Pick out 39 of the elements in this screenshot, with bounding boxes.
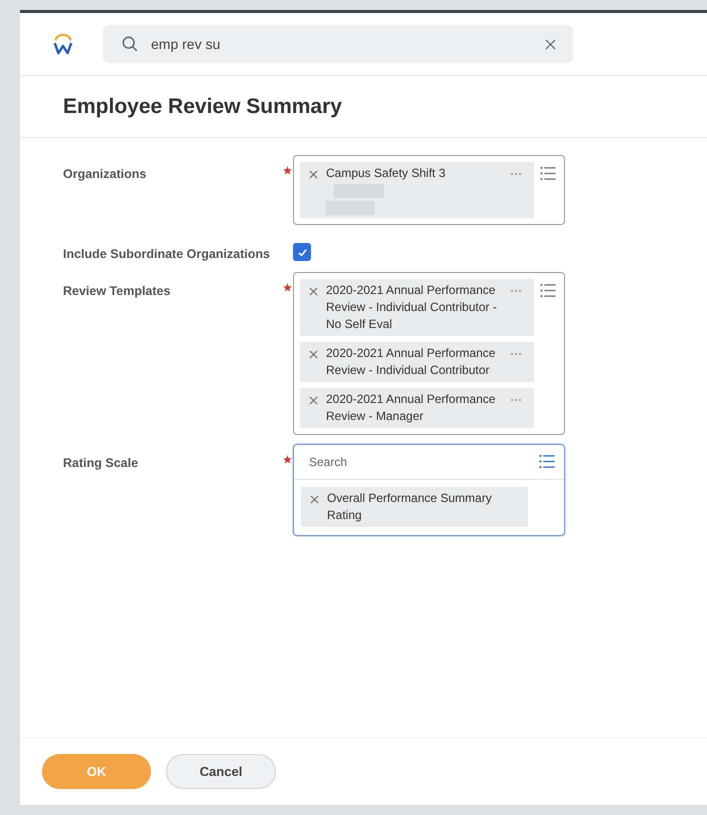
more-icon[interactable] [510,172,522,176]
search-input[interactable]: Search [307,454,539,470]
list-icon[interactable] [540,282,556,298]
field-label: Organizations [63,166,148,181]
remove-icon[interactable] [309,286,318,296]
check-icon [296,246,308,258]
item-text: 2020-2021 Annual Performance Review - Individual Contributor [326,346,496,376]
selected-item[interactable]: 2020-2021 Annual Performance Review - Individual Contributor [300,342,534,382]
remove-icon[interactable] [310,494,319,504]
checkbox[interactable] [293,243,311,261]
item-text: 2020-2021 Annual Performance Review - Individual Contributor - No Self Eval [326,282,497,330]
logo-icon[interactable] [52,33,74,55]
search-field[interactable]: emp rev su [149,35,535,53]
remove-icon[interactable] [309,350,318,358]
page-title: Employee Review Summary [63,94,342,118]
more-icon[interactable] [510,398,522,402]
multiselect-field[interactable]: 2020-2021 Annual Performance Review - Individual Contributor - No Self Eval 2020-2021 Annual Performance Review - Individual Contributor 2020-2021 Annual Performance Review - Manager [293,272,565,434]
cancel-button[interactable]: Cancel [166,754,276,789]
multiselect-field[interactable]: Campus Safety Shift 3 [293,155,565,225]
more-icon[interactable] [510,352,522,356]
selected-item[interactable]: 2020-2021 Annual Performance Review - Manager [300,388,534,428]
selected-item[interactable]: Overall Performance Summary Rating [301,486,528,526]
select-field[interactable]: Search Overall Performance Summary Rating [293,444,565,536]
list-icon[interactable] [540,166,556,181]
close-icon[interactable] [545,38,556,50]
item-text: Campus Safety Shift 3 [326,166,446,180]
field-label: Review Templates [63,282,172,298]
more-icon[interactable] [510,288,522,292]
remove-icon[interactable] [309,396,318,404]
field-label: Rating Scale [63,454,140,470]
item-text: Overall Performance Summary Rating [327,490,492,522]
field-label: Include Subordinate Organizations [63,246,271,261]
remove-icon[interactable] [309,170,318,179]
search-icon [121,35,139,53]
selected-item[interactable]: 2020-2021 Annual Performance Review - Individual Contributor - No Self Eval [300,278,534,336]
list-icon[interactable] [539,454,555,469]
search-bar[interactable]: emp rev su [103,25,573,63]
selected-item[interactable]: Campus Safety Shift 3 [300,162,534,218]
item-text: 2020-2021 Annual Performance Review - Manager [326,392,496,422]
